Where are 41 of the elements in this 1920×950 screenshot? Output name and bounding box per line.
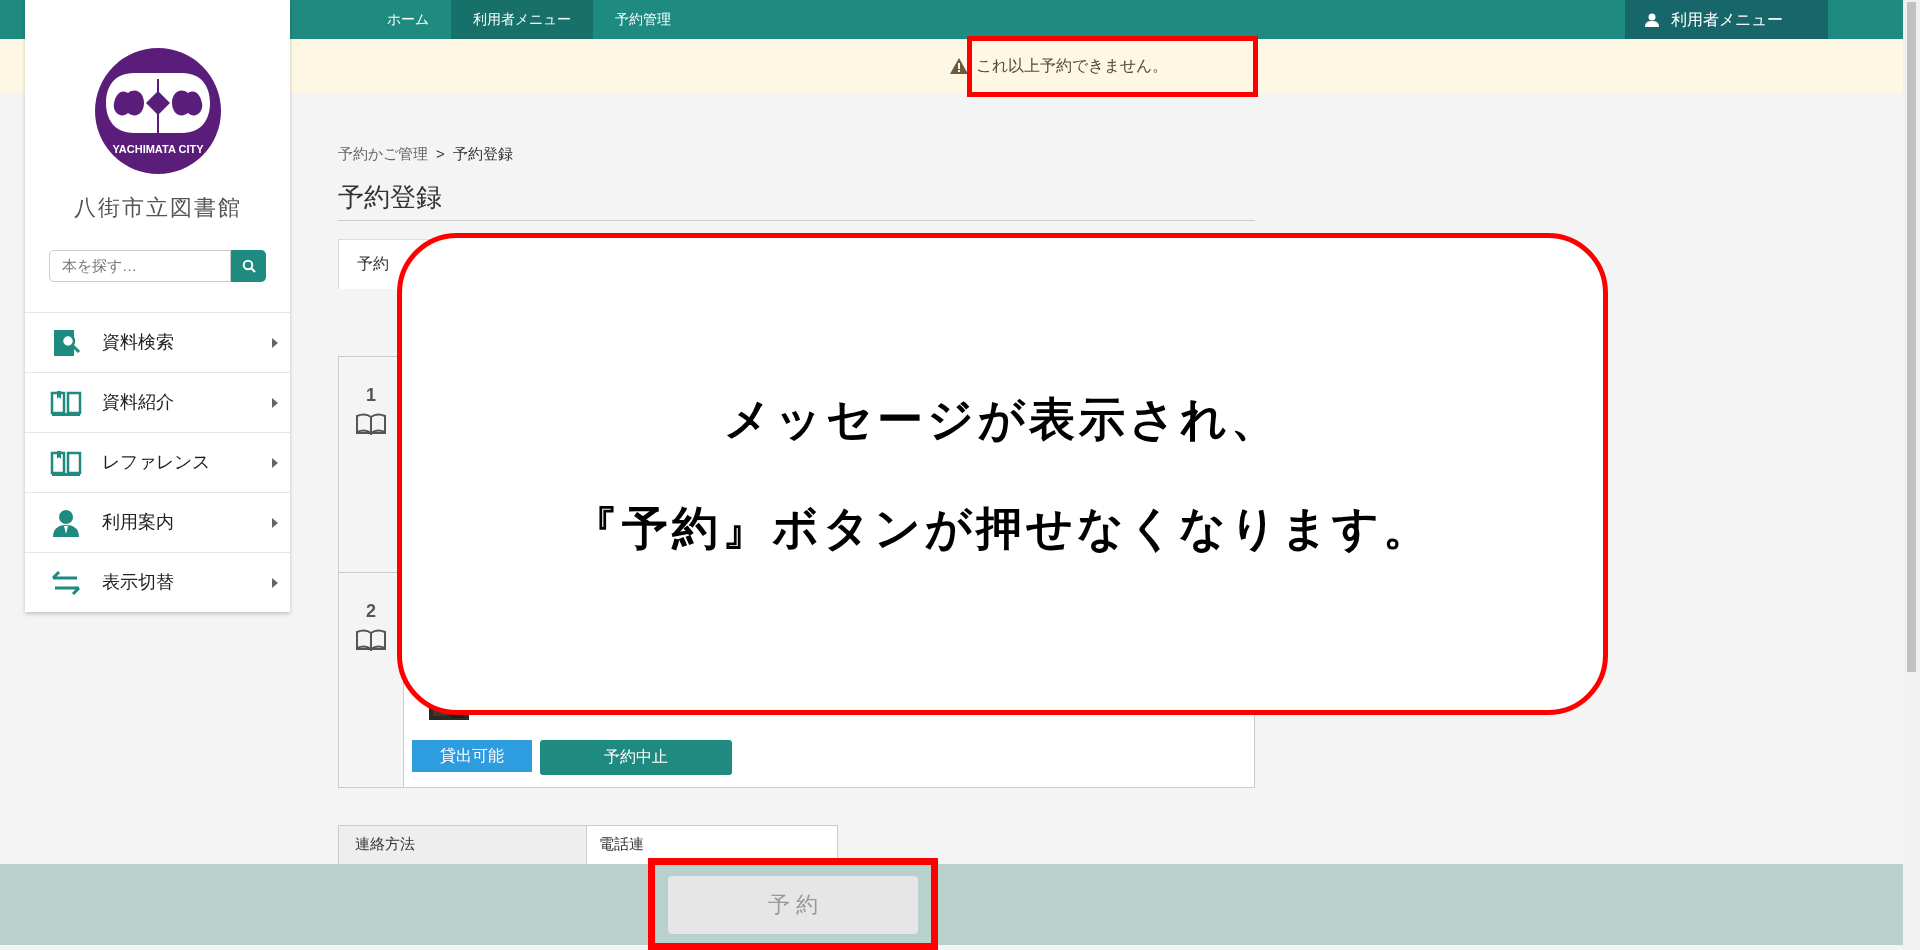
book-icon bbox=[355, 412, 387, 435]
caret-icon bbox=[272, 577, 278, 588]
warning-icon bbox=[950, 58, 968, 74]
library-name: 八街市立図書館 bbox=[72, 194, 243, 222]
nav-link[interactable]: ホーム bbox=[365, 0, 451, 39]
item-number: 2 bbox=[366, 599, 376, 623]
caret-icon bbox=[272, 457, 278, 468]
caret-icon bbox=[272, 337, 278, 348]
notice-text: これ以上予約できません。 bbox=[976, 56, 1168, 76]
search-book-icon bbox=[51, 327, 81, 358]
breadcrumb-current: 予約登録 bbox=[452, 144, 513, 164]
nav-link[interactable]: 予約管理 bbox=[593, 0, 693, 39]
breadcrumb-separator: > bbox=[436, 144, 445, 164]
user-icon bbox=[1645, 12, 1659, 27]
sidebar-item[interactable]: レファレンス bbox=[25, 432, 290, 492]
sidebar-item[interactable]: 資料検索 bbox=[25, 312, 290, 372]
swap-arrows-icon bbox=[51, 569, 81, 596]
callout-text: メッセージが表示され、 bbox=[724, 392, 1281, 447]
breadcrumb-link[interactable]: 予約かご管理 bbox=[338, 143, 428, 166]
user-menu-button[interactable]: 利用者メニュー bbox=[1625, 0, 1828, 39]
book-icon bbox=[355, 628, 387, 651]
contact-value: 電話連 bbox=[599, 834, 644, 852]
search-field[interactable]: 本を探す… bbox=[49, 250, 231, 282]
contact-label: 連絡方法 bbox=[355, 834, 415, 852]
item-number: 1 bbox=[366, 383, 376, 407]
sidebar-item[interactable]: 資料紹介 bbox=[25, 372, 290, 432]
logo: YACHIMATA CITY bbox=[93, 47, 222, 175]
search-icon bbox=[241, 259, 256, 273]
book-icon bbox=[50, 448, 82, 477]
sidebar-item[interactable]: 表示切替 bbox=[25, 552, 290, 612]
caret-icon bbox=[272, 517, 278, 528]
callout-text: 『予約』ボタンが押せなくなります。 bbox=[572, 501, 1433, 556]
person-icon bbox=[51, 507, 81, 538]
nav-link[interactable]: 利用者メニュー bbox=[451, 0, 593, 39]
page-title: 予約登録 bbox=[338, 180, 443, 214]
cancel-reservation-button[interactable]: 予約中止 bbox=[540, 739, 732, 775]
status-badge: 貸出可能 bbox=[412, 739, 532, 772]
sidebar-item[interactable]: 利用案内 bbox=[25, 492, 290, 552]
book-icon bbox=[50, 388, 82, 417]
search-button[interactable] bbox=[231, 250, 266, 282]
caret-icon bbox=[272, 397, 278, 408]
